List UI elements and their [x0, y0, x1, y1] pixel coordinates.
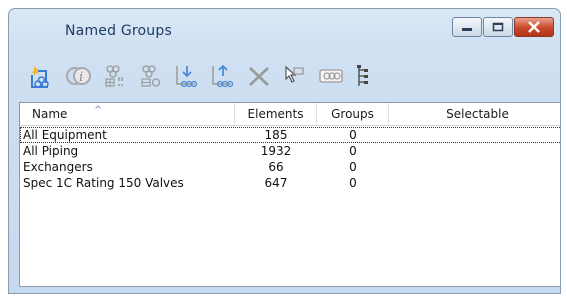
group-groups: 0	[349, 144, 357, 158]
title-bar[interactable]: Named Groups	[9, 9, 560, 55]
column-label-elements: Elements	[247, 107, 304, 121]
new-group-button[interactable]	[27, 61, 58, 91]
named-groups-list[interactable]: Name ^ Elements Groups Selectable All Eq…	[19, 102, 560, 287]
info-icon: i	[65, 67, 91, 85]
group-selectable	[389, 175, 560, 191]
info-button[interactable]: i	[63, 61, 94, 91]
add-elements-button[interactable]	[171, 61, 202, 91]
column-header-selectable[interactable]: Selectable	[389, 103, 560, 125]
remove-group-button[interactable]	[135, 61, 166, 91]
group-groups: 0	[349, 128, 357, 142]
list-rows: All Equipment 185 0 All Piping 1932 0 Ex…	[20, 127, 560, 191]
group-name: Spec 1C Rating 150 Valves	[23, 176, 184, 190]
close-icon	[528, 21, 540, 33]
close-button[interactable]	[514, 17, 554, 37]
remove-group-icon	[140, 65, 160, 87]
caption-buttons	[451, 17, 554, 37]
maximize-icon	[492, 22, 504, 32]
properties-icon	[318, 69, 343, 83]
maximize-button[interactable]	[483, 17, 513, 37]
select-pointer-button[interactable]	[279, 61, 310, 91]
group-name: All Equipment	[23, 128, 107, 142]
column-header-groups[interactable]: Groups	[317, 103, 389, 125]
group-groups: 0	[349, 160, 357, 174]
list-item[interactable]: All Equipment 185 0	[20, 127, 560, 143]
window-title: Named Groups	[65, 23, 172, 39]
select-pointer-icon	[284, 65, 304, 83]
minimize-icon	[462, 28, 472, 31]
tree-view-icon	[356, 65, 368, 86]
group-selectable	[389, 159, 560, 175]
list-item[interactable]: Exchangers 66 0	[20, 159, 560, 175]
group-selectable	[389, 127, 560, 143]
group-groups: 0	[349, 176, 357, 190]
list-item[interactable]: Spec 1C Rating 150 Valves 647 0	[20, 175, 560, 191]
group-selectable	[389, 143, 560, 159]
column-header-name[interactable]: Name ^	[20, 103, 235, 125]
list-item[interactable]: All Piping 1932 0	[20, 143, 560, 159]
group-elements: 1932	[260, 144, 292, 158]
toolbar: i	[27, 59, 387, 93]
new-group-icon	[30, 66, 49, 88]
add-group-button[interactable]	[99, 61, 130, 91]
sort-ascending-icon: ^	[94, 105, 103, 116]
delete-button[interactable]	[243, 61, 274, 91]
group-elements: 66	[268, 160, 284, 174]
add-group-icon	[104, 65, 123, 87]
list-header: Name ^ Elements Groups Selectable	[20, 103, 560, 126]
group-elements: 647	[264, 176, 288, 190]
column-label-groups: Groups	[331, 107, 374, 121]
delete-icon	[248, 67, 269, 86]
minimize-button[interactable]	[452, 17, 482, 37]
properties-button[interactable]	[315, 61, 346, 91]
group-name: Exchangers	[23, 160, 93, 174]
column-header-elements[interactable]: Elements	[235, 103, 317, 125]
remove-elements-icon	[211, 64, 233, 88]
column-label-selectable: Selectable	[446, 107, 509, 121]
group-elements: 185	[264, 128, 288, 142]
remove-elements-button[interactable]	[207, 61, 238, 91]
column-label-name: Name	[32, 107, 68, 121]
svg-text:i: i	[79, 70, 83, 85]
group-name: All Piping	[23, 144, 79, 158]
tree-view-button[interactable]	[351, 61, 382, 91]
add-elements-icon	[175, 66, 197, 88]
named-groups-window: Named Groups i Name ^ Elements Groups Se…	[8, 8, 561, 294]
